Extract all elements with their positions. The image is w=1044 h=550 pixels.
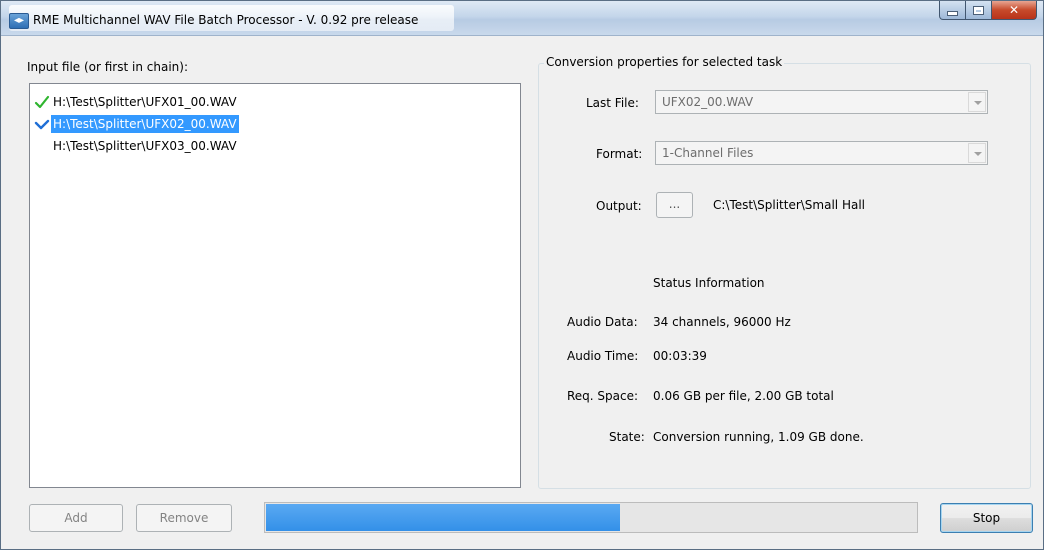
file-path: H:\Test\Splitter\UFX02_00.WAV — [51, 115, 239, 133]
output-browse-button[interactable]: ... — [656, 192, 693, 218]
input-file-label: Input file (or first in chain): — [27, 60, 188, 74]
add-button[interactable]: Add — [29, 504, 123, 532]
output-path: C:\Test\Splitter\Small Hall — [713, 198, 865, 212]
audio-data-value: 34 channels, 96000 Hz — [653, 315, 791, 329]
remove-button[interactable]: Remove — [136, 504, 232, 532]
chevron-down-icon[interactable] — [968, 92, 986, 112]
main-window: ◂▸ RME Multichannel WAV File Batch Proce… — [0, 0, 1044, 550]
output-label: Output: — [596, 199, 642, 213]
check-green-icon — [34, 95, 50, 109]
minimize-button[interactable] — [939, 1, 966, 20]
state-value: Conversion running, 1.09 GB done. — [653, 430, 864, 444]
last-file-select[interactable]: UFX02_00.WAV — [655, 90, 988, 114]
audio-time-label: Audio Time: — [567, 349, 639, 363]
req-space-value: 0.06 GB per file, 2.00 GB total — [653, 389, 834, 403]
close-icon: ✕ — [1008, 3, 1020, 17]
caption-buttons: ✕ — [939, 1, 1037, 21]
last-file-label: Last File: — [586, 96, 639, 110]
window-title: RME Multichannel WAV File Batch Processo… — [33, 13, 419, 27]
file-path: H:\Test\Splitter\UFX03_00.WAV — [53, 139, 237, 153]
format-label: Format: — [596, 147, 643, 161]
conversion-progress-bar — [264, 502, 918, 533]
minimize-icon — [947, 10, 958, 16]
input-file-list[interactable]: H:\Test\Splitter\UFX01_00.WAV H:\Test\Sp… — [29, 83, 521, 488]
file-path: H:\Test\Splitter\UFX01_00.WAV — [53, 95, 237, 109]
conversion-properties-group — [538, 63, 1031, 489]
stop-button[interactable]: Stop — [940, 503, 1033, 533]
audio-data-label: Audio Data: — [567, 315, 638, 329]
format-value: 1-Channel Files — [662, 146, 754, 160]
maximize-button[interactable] — [966, 1, 992, 20]
title-bar[interactable]: ◂▸ RME Multichannel WAV File Batch Proce… — [1, 1, 1043, 36]
progress-fill — [266, 504, 620, 531]
group-title: Conversion properties for selected task — [544, 55, 785, 69]
close-button[interactable]: ✕ — [992, 1, 1037, 20]
format-select[interactable]: 1-Channel Files — [655, 141, 988, 165]
app-icon[interactable]: ◂▸ — [9, 13, 29, 29]
audio-time-value: 00:03:39 — [653, 349, 707, 363]
req-space-label: Req. Space: — [567, 389, 639, 403]
maximize-icon — [973, 5, 984, 15]
status-heading: Status Information — [653, 276, 765, 290]
check-blue-icon — [34, 119, 50, 130]
last-file-value: UFX02_00.WAV — [662, 95, 754, 109]
chevron-down-icon[interactable] — [968, 143, 986, 163]
state-label: State: — [609, 430, 645, 444]
